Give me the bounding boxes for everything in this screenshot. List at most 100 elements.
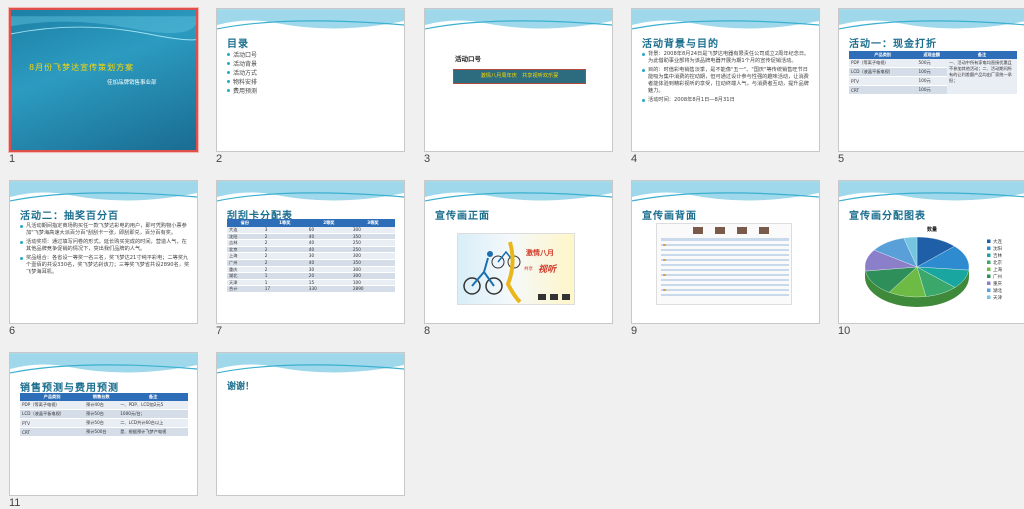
table-cell: 300: [350, 252, 395, 260]
poster-image: 激情八月 共享 视听: [457, 233, 575, 305]
slide-number: 9: [631, 325, 638, 337]
table-header: 销售台数: [84, 393, 119, 401]
slide-1[interactable]: 8月份飞梦达宣传策划方案 佳加品牌销售事业部: [9, 8, 198, 152]
bullet-item: 凡活动期间指定商场购买任一款飞梦达彩电的用户，即可凭购物小票参加"飞梦海高速大派…: [20, 223, 190, 237]
slide-12[interactable]: 谢谢！: [216, 352, 405, 496]
wave-decoration: [217, 353, 404, 374]
wave-decoration: [217, 181, 404, 202]
table-row: PTV 预计50台 二、LCD共计60台以上: [20, 418, 188, 428]
toc-item: 活动背景: [227, 60, 397, 69]
poster-back-image: [656, 223, 792, 305]
table-row: 北京 2 40 250: [227, 246, 395, 254]
slide-11[interactable]: 销售预测与费用预测 产品类别 销售台数 备注 PDP（等离子电视） 预计40台 一、PD…: [9, 352, 198, 496]
slide-number: 10: [838, 325, 851, 337]
slide-number: 5: [838, 153, 845, 165]
slide-3[interactable]: 活动口号 激情八月周年庆 共享视听欢乐宴: [424, 8, 613, 152]
chart-title: 数量: [927, 226, 937, 233]
slide-title: 宣传画背面: [642, 211, 697, 222]
table-cell: 2: [262, 259, 307, 267]
cyclist-icon: [463, 241, 570, 304]
table-cell: 2: [262, 239, 307, 247]
table-row: LCD（液晶平板电视） 预计50台 1000元/台；: [20, 409, 188, 419]
table-row: 合计 17 330 2890: [227, 285, 395, 293]
wave-decoration: [839, 9, 1024, 30]
table-header: 备注: [118, 393, 188, 401]
table-cell: 330: [306, 285, 351, 293]
table-cell: 350: [350, 233, 395, 241]
slide-7[interactable]: 刮刮卡分配表 省份 1等奖 2等奖 3等奖 大连 3 60 300 沈阳 2 40 350 吉林 2 40 2…: [216, 180, 405, 324]
table-cell: 2: [262, 246, 307, 254]
slide-8[interactable]: 宣传画正面 激情八月 共享 视听: [424, 180, 613, 324]
slide-4[interactable]: 活动背景与目的 背景：2008年8月24日是飞梦达电器有限责任公司成立2周年纪念…: [631, 8, 820, 152]
table-cell: 北京: [227, 246, 263, 254]
poster-accent: 视听: [538, 265, 557, 275]
slogan-box: 激情八月周年庆 共享视听欢乐宴: [453, 69, 586, 84]
cover-subtitle: 佳加品牌销售事业部: [107, 80, 157, 86]
table-row: PDP（等离子电视） 预计40台 一、PDP、LCD加2元5: [20, 401, 188, 410]
legend-swatch: [987, 239, 991, 243]
slide-number: 11: [9, 497, 21, 509]
toc-item: 费用预测: [227, 87, 397, 96]
table-cell: 上海: [227, 252, 263, 260]
toc-item: 活动方式: [227, 69, 397, 78]
legend-label: 北京: [993, 259, 1002, 266]
table-cell: 300: [350, 272, 395, 280]
table-cell: 重庆: [227, 266, 263, 274]
sales-forecast-table: 产品类别 销售台数 备注 PDP（等离子电视） 预计40台 一、PDP、LCD加2元5 …: [20, 393, 188, 437]
slide-number: 1: [9, 153, 16, 165]
table-row: 广州 2 40 350: [227, 259, 395, 267]
slide-number: 6: [9, 325, 16, 337]
table-header: 2等奖: [306, 219, 351, 227]
legend-label: 广州: [993, 273, 1002, 280]
slogan-label: 活动口号: [455, 55, 481, 63]
table-row: CRT 预计500台 是、根据预计飞梦产电视: [20, 427, 188, 437]
bullet-item: 背景：2008年8月24日是飞梦达电器有限责任公司成立2周年纪念日。为此借助事业…: [642, 51, 812, 65]
legend-swatch: [987, 260, 991, 264]
bullet-list: 背景：2008年8月24日是飞梦达电器有限责任公司成立2周年纪念日。为此借助事业…: [642, 51, 812, 106]
table-row: 重庆 2 30 300: [227, 266, 395, 274]
table-row: 湖北 1 20 300: [227, 272, 395, 280]
table-row: PDP（等离子电视） 500元 一、活动中所有家电均直接优惠且不参加其他活动；二、活…: [849, 59, 1017, 95]
legend-swatch: [987, 281, 991, 285]
slide-2[interactable]: 目录 活动口号 活动背景 活动方式 物料安排 费用预测: [216, 8, 405, 152]
slide-title: 销售预测与费用预测: [20, 383, 119, 394]
slide-5[interactable]: 活动一：现金打折 产品类别 返现金额 备注 PDP（等离子电视） 500元 一、活动中所…: [838, 8, 1024, 152]
slide-title: 活动一：现金打折: [849, 39, 937, 50]
product-grid-icon: [661, 227, 789, 296]
table-cell: 40: [306, 246, 351, 254]
legend-label: 吉林: [993, 252, 1002, 259]
table-cell: 100: [350, 279, 395, 287]
slide-title: 活动背景与目的: [642, 39, 719, 50]
table-cell: 20: [306, 272, 351, 280]
bullet-item: 目的：时值彩电销售淡季，是不能像"五一"、"国庆"等传统销售旺节日能吸为集中消费…: [642, 67, 812, 95]
legend-swatch: [987, 288, 991, 292]
bullet-item: 活动时间：2008年8月1日—8月31日: [642, 97, 812, 104]
table-header: 省份: [227, 219, 263, 227]
table-row: 天津 1 15 100: [227, 279, 395, 287]
table-cell: 2: [262, 252, 307, 260]
toc-item: 活动口号: [227, 51, 397, 60]
table-cell: 1: [262, 272, 307, 280]
wave-decoration: [425, 181, 612, 202]
table-row: 吉林 2 40 250: [227, 239, 395, 247]
legend-label: 大连: [993, 238, 1002, 245]
table-cell: 广州: [227, 259, 263, 267]
table-row: 沈阳 2 40 350: [227, 233, 395, 241]
wave-decoration: [10, 353, 197, 374]
table-row: 上海 2 30 300: [227, 252, 395, 260]
wave-decoration: [632, 9, 819, 30]
table-cell: 17: [262, 285, 307, 293]
table-cell: 吉林: [227, 239, 263, 247]
wave-decoration: [11, 16, 196, 41]
legend-swatch: [987, 253, 991, 257]
bullet-list: 凡活动期间指定商场购买任一款飞梦达彩电的用户，即可凭购物小票参加"飞梦海高速大派…: [20, 223, 190, 278]
legend-swatch: [987, 274, 991, 278]
slide-9[interactable]: 宣传画背面: [631, 180, 820, 324]
legend-swatch: [987, 246, 991, 250]
table-cell: 40: [306, 233, 351, 241]
legend-label: 天津: [993, 294, 1002, 301]
slide-6[interactable]: 活动二：抽奖百分百 凡活动期间指定商场购买任一款飞梦达彩电的用户，即可凭购物小票…: [9, 180, 198, 324]
slide-10[interactable]: 宣传画分配图表 数量 大连 沈阳 吉林 北京 上海 广州 重庆 湖北 天津: [838, 180, 1024, 324]
bullet-item: 奖品组合：各省设一等奖一名三名，奖飞梦达21寸纯平彩电；二等奖九个壹佰的共设33…: [20, 255, 190, 276]
table-header: 产品类别: [849, 51, 917, 59]
